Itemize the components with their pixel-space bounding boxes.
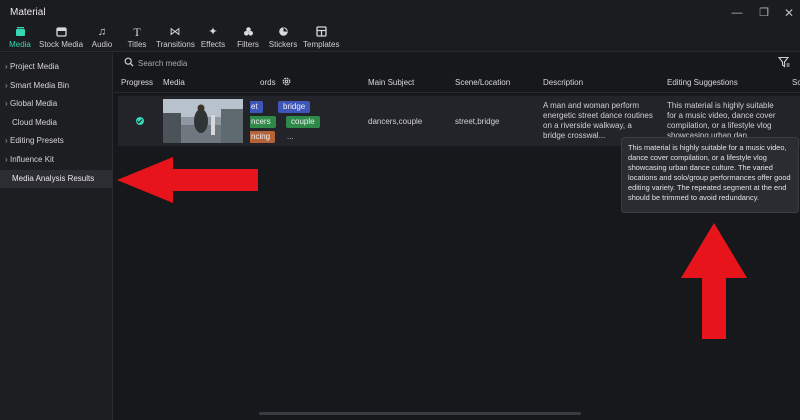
toolbar-templates-label: Templates xyxy=(303,40,340,49)
chevron-right-icon: › xyxy=(5,136,8,145)
media-sidebar: › Project Media › Smart Media Bin › Global … xyxy=(0,53,113,420)
sidebar-item-label: Influence Kit xyxy=(10,155,55,164)
toolbar-transitions[interactable]: ⋈ Transitions xyxy=(156,26,195,52)
chevron-right-icon: › xyxy=(5,81,8,90)
search-icon xyxy=(124,57,134,67)
left-arrow-annotation xyxy=(117,157,258,203)
close-button[interactable]: ✕ xyxy=(781,5,797,21)
sidebar-item-media-analysis-results[interactable]: Media Analysis Results xyxy=(0,170,113,188)
chevron-right-icon: › xyxy=(5,99,8,108)
toolbar-media-label: Media xyxy=(9,40,31,49)
template-icon xyxy=(303,26,339,39)
keyword-tags: et bridge ncers couple ncing ... xyxy=(250,99,354,145)
toolbar-effects[interactable]: ✦ Effects xyxy=(200,26,226,52)
toolbar-transitions-label: Transitions xyxy=(156,40,195,49)
keyword-tag[interactable]: ncers xyxy=(250,116,276,128)
toolbar-titles-label: Titles xyxy=(127,40,147,49)
sidebar-item-label: Project Media xyxy=(10,62,59,71)
media-icon xyxy=(8,26,32,39)
app-title: Material xyxy=(10,7,46,18)
more-tags[interactable]: ... xyxy=(282,131,299,143)
keyword-tag[interactable]: ncing xyxy=(250,131,276,143)
table-header: Progress Media ords Main Subject Scene/L… xyxy=(114,73,800,93)
up-arrow-annotation xyxy=(681,223,747,339)
sidebar-item-global-media[interactable]: › Global Media xyxy=(0,95,113,113)
editing-suggestions-tooltip: This material is highly suitable for a m… xyxy=(621,137,799,213)
toolbar-filters-label: Filters xyxy=(237,40,259,49)
sidebar-item-editing-presets[interactable]: › Editing Presets xyxy=(0,132,113,150)
music-note-icon: ♫ xyxy=(97,26,107,38)
toolbar-audio[interactable]: ♫ Audio xyxy=(90,26,114,52)
chevron-right-icon: › xyxy=(5,62,8,71)
description-cell: A man and woman perform energetic street… xyxy=(543,101,653,140)
column-keywords[interactable]: ords xyxy=(260,78,276,87)
gear-icon[interactable] xyxy=(282,77,291,88)
stock-media-icon xyxy=(39,26,83,39)
toolbar-stock-media[interactable]: Stock Media xyxy=(39,26,83,52)
toolbar-effects-label: Effects xyxy=(200,40,226,49)
sidebar-item-smart-media-bin[interactable]: › Smart Media Bin xyxy=(0,77,113,95)
sidebar-item-label: Media Analysis Results xyxy=(12,174,95,183)
sidebar-item-project-media[interactable]: › Project Media xyxy=(0,58,113,76)
column-media[interactable]: Media xyxy=(163,78,185,87)
sticker-icon xyxy=(268,26,298,39)
column-editing-suggestions[interactable]: Editing Suggestions xyxy=(667,78,738,87)
toolbar-stickers-label: Stickers xyxy=(268,40,298,49)
sparkle-icon: ✦ xyxy=(208,26,218,38)
column-main-subject[interactable]: Main Subject xyxy=(368,78,414,87)
toolbar-stickers[interactable]: Stickers xyxy=(268,26,298,52)
media-toolbar: Media Stock Media ♫ Audio T Titles ⋈ Tra… xyxy=(0,26,800,52)
toolbar-titles[interactable]: T Titles xyxy=(126,26,148,52)
column-scene-location[interactable]: Scene/Location xyxy=(455,78,510,87)
toolbar-filters[interactable]: Filters xyxy=(236,26,260,52)
keyword-tag[interactable]: bridge xyxy=(278,101,311,113)
filter-circles-icon xyxy=(236,26,260,39)
column-progress[interactable]: Progress xyxy=(121,78,153,87)
search-bar xyxy=(118,56,770,70)
column-score[interactable]: Sc xyxy=(792,78,800,87)
toolbar-stock-media-label: Stock Media xyxy=(39,40,84,49)
main-subject-cell: dancers,couple xyxy=(368,117,423,126)
scene-location-cell: street,bridge xyxy=(455,117,500,126)
chevron-right-icon: › xyxy=(5,155,8,164)
search-input[interactable] xyxy=(138,56,438,70)
toolbar-templates[interactable]: Templates xyxy=(303,26,339,52)
filter-funnel-icon[interactable] xyxy=(777,56,790,68)
sidebar-item-label: Smart Media Bin xyxy=(10,81,70,90)
transition-bowtie-icon: ⋈ xyxy=(169,26,181,38)
editing-suggestions-cell: This material is highly suitable for a m… xyxy=(667,101,776,140)
title-bar: Material — ❐ ✕ xyxy=(0,0,800,26)
media-thumbnail[interactable] xyxy=(163,99,243,143)
keyword-tag[interactable]: couple xyxy=(286,116,320,128)
keyword-tag[interactable]: et xyxy=(250,101,263,113)
text-t-icon: T xyxy=(133,25,141,39)
column-description[interactable]: Description xyxy=(543,78,583,87)
sidebar-item-label: Editing Presets xyxy=(10,136,64,145)
maximize-button[interactable]: ❐ xyxy=(756,5,772,21)
sidebar-item-label: Global Media xyxy=(10,99,58,108)
minimize-button[interactable]: — xyxy=(729,5,745,21)
sidebar-item-label: Cloud Media xyxy=(12,118,57,127)
toolbar-audio-label: Audio xyxy=(91,40,113,49)
sidebar-item-influence-kit[interactable]: › Influence Kit xyxy=(0,151,113,169)
toolbar-media[interactable]: Media xyxy=(8,26,32,52)
sidebar-item-cloud-media[interactable]: Cloud Media xyxy=(0,114,113,132)
horizontal-scrollbar[interactable] xyxy=(259,412,581,415)
check-circle-icon xyxy=(136,117,144,125)
